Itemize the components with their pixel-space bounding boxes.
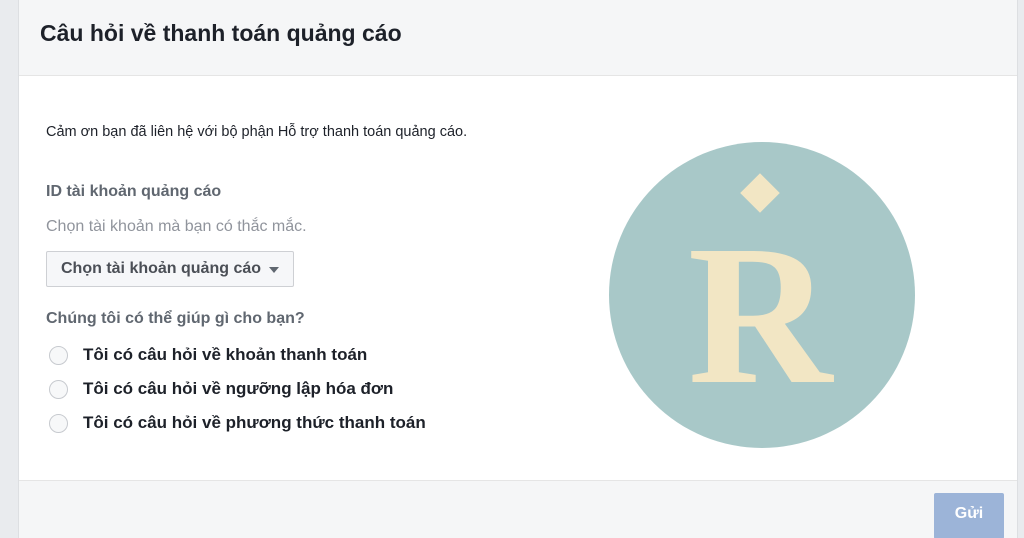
radio-label: Tôi có câu hỏi về ngưỡng lập hóa đơn (83, 379, 394, 398)
intro-text: Cảm ơn bạn đã liên hệ với bộ phận Hỗ trợ… (46, 124, 468, 140)
radio-button[interactable] (49, 413, 68, 433)
radio-label: Tôi có câu hỏi về phương thức thanh toán (83, 413, 426, 432)
dialog-footer: Gửi (19, 480, 1017, 538)
dialog-title: Câu hỏi về thanh toán quảng cáo (40, 20, 402, 46)
select-account-button[interactable]: Chọn tài khoản quảng cáo (46, 251, 295, 287)
send-button[interactable]: Gửi (934, 493, 1004, 538)
ad-payment-question-dialog: Câu hỏi về thanh toán quảng cáo Cảm ơn b… (18, 0, 1018, 538)
help-question-label: Chúng tôi có thể giúp gì cho bạn? (46, 310, 305, 327)
radio-button[interactable] (49, 379, 68, 399)
account-hint: Chọn tài khoản mà bạn có thắc mắc. (46, 218, 307, 235)
radio-label: Tôi có câu hỏi về khoản thanh toán (83, 345, 368, 364)
logo-letter: R (688, 205, 835, 426)
radio-option-billing-threshold[interactable]: Tôi có câu hỏi về ngưỡng lập hóa đơn (49, 379, 393, 399)
radio-button[interactable] (49, 345, 68, 365)
caret-down-icon (269, 267, 280, 273)
radio-option-payment-method[interactable]: Tôi có câu hỏi về phương thức thanh toán (49, 413, 426, 433)
select-account-label: Chọn tài khoản quảng cáo (61, 260, 262, 277)
dialog-header: Câu hỏi về thanh toán quảng cáo (19, 0, 1017, 76)
brand-logo: R (609, 142, 915, 448)
radio-option-payment[interactable]: Tôi có câu hỏi về khoản thanh toán (49, 345, 367, 365)
account-id-label: ID tài khoản quảng cáo (46, 183, 222, 200)
logo-letter-icon: R (688, 173, 835, 426)
